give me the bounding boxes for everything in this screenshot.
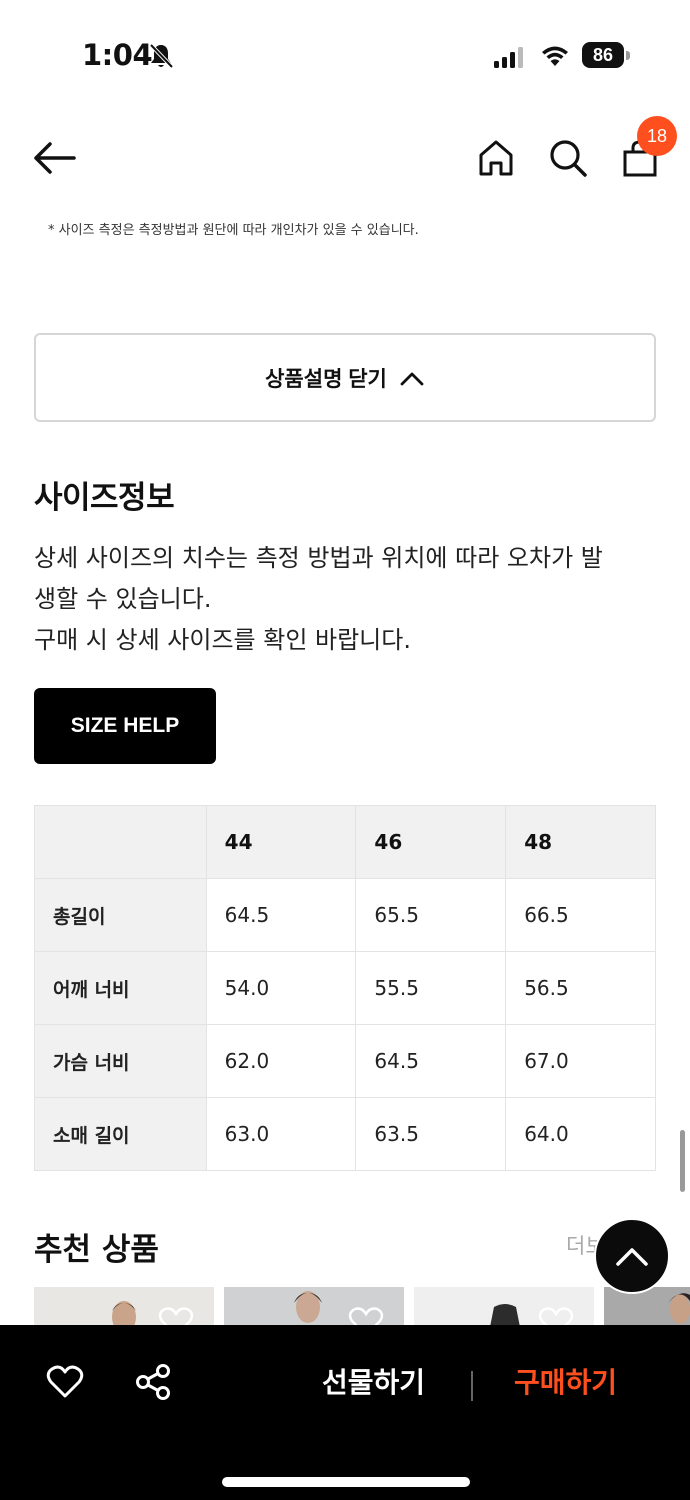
back-arrow-icon[interactable]: [32, 140, 78, 176]
product-image: [34, 1287, 214, 1327]
table-cell: 63.0: [205, 1097, 357, 1171]
status-time: 1:04: [82, 38, 153, 72]
share-icon[interactable]: [134, 1363, 172, 1401]
size-desc-line: 구매 시 상세 사이즈를 확인 바랍니다.: [34, 626, 411, 654]
buy-button[interactable]: 구매하기: [514, 1361, 617, 1401]
table-cell: 67.0: [505, 1024, 656, 1098]
table-cell: 66.5: [505, 878, 656, 952]
gift-button[interactable]: 선물하기: [322, 1361, 425, 1401]
bell-off-icon: [149, 43, 174, 69]
bottom-action-bar: 선물하기 구매하기: [0, 1325, 690, 1500]
table-cell: 63.5: [355, 1097, 507, 1171]
table-row: 총길이 64.5 65.5 66.5: [34, 878, 656, 952]
product-shape: [490, 1304, 520, 1327]
top-nav: [0, 120, 690, 200]
scrollbar[interactable]: [680, 1130, 685, 1192]
size-info-description: 상세 사이즈의 치수는 측정 방법과 위치에 따라 오차가 발 생할 수 있습니…: [34, 538, 664, 661]
table-row: 어깨 너비 54.0 55.5 56.5: [34, 951, 656, 1025]
row-label: 가슴 너비: [34, 1024, 207, 1098]
wishlist-heart-icon[interactable]: [348, 1307, 384, 1327]
model-head: [668, 1293, 690, 1324]
table-row: 가슴 너비 62.0 64.5 67.0: [34, 1024, 656, 1098]
search-icon[interactable]: [548, 138, 588, 178]
table-cell: 55.5: [355, 951, 507, 1025]
table-cell: 62.0: [205, 1024, 357, 1098]
battery-nub: [626, 51, 630, 60]
table-header-cell: [34, 805, 207, 879]
model-head: [294, 1291, 322, 1323]
chevron-up-icon: [616, 1248, 648, 1266]
recommend-title: 추천 상품: [34, 1232, 159, 1268]
battery-level: 86: [582, 42, 624, 68]
recommend-product-card[interactable]: [224, 1287, 404, 1327]
table-header-cell: 46: [355, 805, 507, 879]
battery-icon: 86: [582, 42, 630, 70]
table-row: 소매 길이 63.0 63.5 64.0: [34, 1097, 656, 1171]
home-icon[interactable]: [476, 138, 516, 178]
row-label: 어깨 너비: [34, 951, 207, 1025]
table-cell: 64.5: [205, 878, 357, 952]
wifi-icon: [542, 46, 568, 66]
wishlist-heart-icon[interactable]: [538, 1307, 574, 1327]
wishlist-heart-icon[interactable]: [46, 1365, 84, 1399]
size-help-button[interactable]: SIZE HELP: [34, 688, 216, 764]
table-cell: 56.5: [505, 951, 656, 1025]
size-desc-line: 생할 수 있습니다.: [34, 585, 212, 613]
chevron-up-icon: [400, 372, 424, 385]
product-image: [604, 1287, 690, 1327]
close-description-button[interactable]: 상품설명 닫기: [34, 333, 656, 422]
table-cell: 65.5: [355, 878, 507, 952]
wishlist-heart-icon[interactable]: [158, 1307, 194, 1327]
table-header-cell: 44: [205, 805, 357, 879]
table-header-cell: 48: [505, 805, 656, 879]
product-image: [224, 1287, 404, 1327]
table-header-row: 44 46 48: [34, 805, 656, 879]
table-cell: 64.0: [505, 1097, 656, 1171]
table-cell: 64.5: [355, 1024, 507, 1098]
model-head: [112, 1301, 136, 1327]
measure-note: * 사이즈 측정은 측정방법과 원단에 따라 개인차가 있을 수 있습니다.: [48, 223, 419, 238]
close-description-label: 상품설명 닫기: [265, 367, 387, 391]
recommend-product-card[interactable]: [34, 1287, 214, 1327]
size-info-title: 사이즈정보: [34, 480, 175, 516]
row-label: 소매 길이: [34, 1097, 207, 1171]
table-cell: 54.0: [205, 951, 357, 1025]
divider: [471, 1371, 473, 1401]
size-table: 44 46 48 총길이 64.5 65.5 66.5 어깨 너비 54.0 5…: [34, 805, 656, 1171]
cart-badge: 18: [637, 116, 677, 156]
size-desc-line: 상세 사이즈의 치수는 측정 방법과 위치에 따라 오차가 발: [34, 544, 603, 572]
signal-icon: [494, 47, 523, 68]
status-bar: 1:04 86: [0, 0, 690, 110]
scroll-to-top-button[interactable]: [594, 1218, 670, 1294]
home-indicator: [222, 1477, 470, 1487]
recommend-product-card[interactable]: [604, 1287, 690, 1327]
row-label: 총길이: [34, 878, 207, 952]
recommend-product-card[interactable]: [414, 1287, 594, 1327]
product-image: [414, 1287, 594, 1327]
